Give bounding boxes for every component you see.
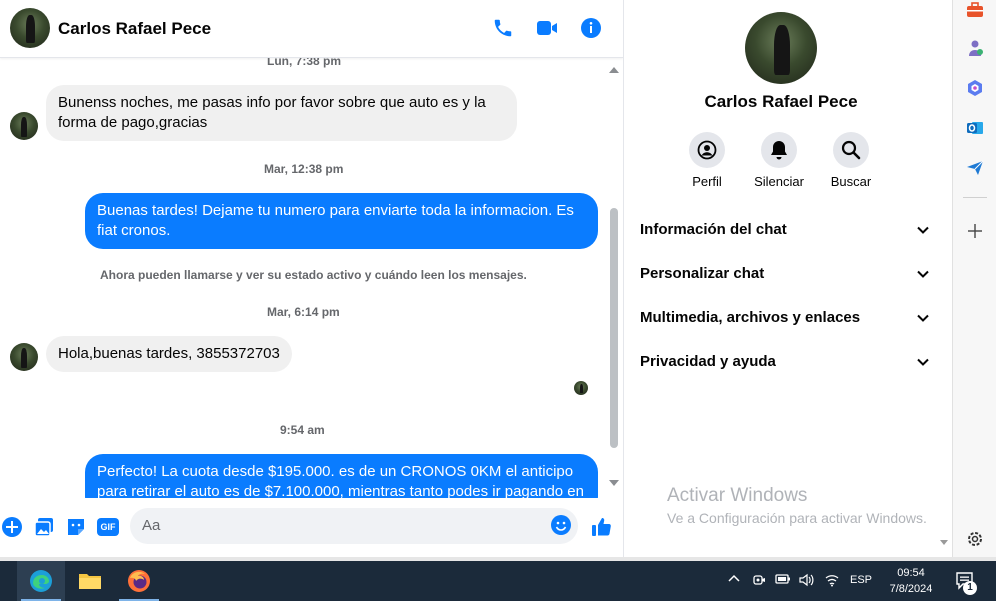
contact-name[interactable]: Carlos Rafael Pece xyxy=(58,19,211,39)
message-scrollbar[interactable] xyxy=(607,62,621,492)
system-clock[interactable]: 09:54 7/8/2024 xyxy=(880,565,942,597)
message-list[interactable]: Lun, 7:38 pm Bunenss noches, me pasas in… xyxy=(0,58,607,498)
incoming-message[interactable]: Hola,buenas tardes, 3855372703 xyxy=(46,336,292,372)
composer-bar: GIF Aa xyxy=(0,498,623,557)
send-icon[interactable] xyxy=(965,158,985,178)
chat-header: Carlos Rafael Pece xyxy=(0,0,623,58)
image-icon[interactable] xyxy=(32,515,56,539)
emoji-icon[interactable] xyxy=(550,514,572,541)
message-text: para retirar el auto es de $7.100.000, m… xyxy=(97,483,584,498)
clock-time: 09:54 xyxy=(897,567,925,579)
edge-browser-taskbar-icon[interactable] xyxy=(17,561,65,601)
section-privacy-help[interactable]: Privacidad y ayuda xyxy=(640,347,930,379)
message-text: fiat cronos. xyxy=(97,222,171,239)
message-input-placeholder: Aa xyxy=(142,517,161,534)
windows-taskbar: ESP 09:54 7/8/2024 1 xyxy=(0,561,996,601)
gif-icon[interactable]: GIF xyxy=(96,515,120,539)
video-call-icon[interactable] xyxy=(535,16,559,40)
outgoing-message[interactable]: Perfecto! La cuota desde $195.000. es de… xyxy=(85,454,598,498)
browser-sidebar xyxy=(952,0,996,557)
scroll-down-arrow-icon[interactable] xyxy=(940,540,948,545)
timestamp: Lun, 7:38 pm xyxy=(267,58,342,68)
contact-avatar-small[interactable] xyxy=(10,112,38,140)
chevron-down-icon xyxy=(916,267,930,286)
games-icon[interactable] xyxy=(965,38,985,58)
message-text: Bunenss noches, me pasas info por favor … xyxy=(58,94,486,111)
chevron-down-icon xyxy=(916,223,930,242)
sidebar-divider xyxy=(963,197,987,198)
section-customize-chat[interactable]: Personalizar chat xyxy=(640,259,930,291)
search-label: Buscar xyxy=(830,174,872,189)
section-label: Personalizar chat xyxy=(640,265,765,282)
chevron-down-icon xyxy=(916,355,930,374)
info-icon[interactable] xyxy=(579,16,603,40)
section-label: Privacidad y ayuda xyxy=(640,353,776,370)
search-button[interactable]: Buscar xyxy=(819,132,883,189)
section-chat-info[interactable]: Información del chat xyxy=(640,215,930,247)
scroll-thumb[interactable] xyxy=(610,208,618,448)
chat-info-panel: Carlos Rafael Pece Perfil Silenciar Busc… xyxy=(623,0,952,557)
toolbox-icon[interactable] xyxy=(965,0,985,20)
activation-watermark-subtitle: Ve a Configuración para activar Windows. xyxy=(667,510,927,526)
gif-label: GIF xyxy=(97,518,119,536)
chevron-down-icon xyxy=(916,311,930,330)
notifications-icon[interactable]: 1 xyxy=(955,571,977,595)
battery-icon[interactable] xyxy=(775,573,791,588)
settings-gear-icon[interactable] xyxy=(965,529,985,549)
scroll-up-arrow-icon[interactable] xyxy=(609,67,619,73)
sticker-icon[interactable] xyxy=(64,515,88,539)
message-input[interactable]: Aa xyxy=(130,508,578,544)
timestamp: Mar, 6:14 pm xyxy=(267,305,340,319)
activation-watermark-title: Activar Windows xyxy=(667,485,808,506)
section-media-files-links[interactable]: Multimedia, archivos y enlaces xyxy=(640,303,930,335)
message-text: Buenas tardes! Dejame tu numero para env… xyxy=(97,202,574,219)
like-thumb-icon[interactable] xyxy=(589,515,613,539)
add-icon[interactable] xyxy=(965,221,985,241)
chat-panel: Carlos Rafael Pece Lun, 7:38 pm Bunenss … xyxy=(0,0,623,557)
contact-avatar[interactable] xyxy=(10,8,50,48)
outlook-icon[interactable] xyxy=(965,118,985,138)
phone-call-icon[interactable] xyxy=(491,16,515,40)
contact-avatar-large[interactable] xyxy=(745,12,817,84)
system-notice: Ahora pueden llamarse y ver su estado ac… xyxy=(100,268,527,282)
section-label: Multimedia, archivos y enlaces xyxy=(640,309,861,326)
webcam-icon[interactable] xyxy=(752,573,766,590)
profile-label: Perfil xyxy=(692,174,722,189)
language-indicator[interactable]: ESP xyxy=(850,574,872,586)
speaker-icon[interactable] xyxy=(799,573,815,590)
profile-button[interactable]: Perfil xyxy=(675,132,739,189)
bell-icon[interactable] xyxy=(761,132,797,168)
copilot-icon[interactable] xyxy=(965,78,985,98)
clock-date: 7/8/2024 xyxy=(889,583,933,595)
wifi-icon[interactable] xyxy=(824,573,840,590)
file-explorer-taskbar-icon[interactable] xyxy=(66,561,114,601)
notification-count-badge: 1 xyxy=(963,581,977,595)
seen-indicator-avatar xyxy=(574,381,588,395)
app-window: Carlos Rafael Pece Lun, 7:38 pm Bunenss … xyxy=(0,0,996,601)
contact-name: Carlos Rafael Pece xyxy=(704,92,858,111)
mute-label: Silenciar xyxy=(754,174,804,189)
message-text: forma de pago,gracias xyxy=(58,114,208,131)
timestamp: Mar, 12:38 pm xyxy=(264,162,344,176)
firefox-taskbar-icon[interactable] xyxy=(115,561,163,601)
message-text: Hola,buenas tardes, 3855372703 xyxy=(58,345,280,362)
show-hidden-icons-chevron-up-icon[interactable] xyxy=(728,573,740,586)
scroll-down-arrow-icon[interactable] xyxy=(609,480,619,486)
outgoing-message[interactable]: Buenas tardes! Dejame tu numero para env… xyxy=(85,193,598,249)
contact-avatar-small[interactable] xyxy=(10,343,38,371)
section-label: Información del chat xyxy=(640,221,787,238)
mute-button[interactable]: Silenciar xyxy=(747,132,811,189)
search-icon[interactable] xyxy=(833,132,869,168)
timestamp: 9:54 am xyxy=(280,423,325,437)
incoming-message[interactable]: Bunenss noches, me pasas info por favor … xyxy=(46,85,517,141)
message-text: Perfecto! La cuota desde $195.000. es de… xyxy=(97,463,574,480)
plus-icon[interactable] xyxy=(0,515,24,539)
profile-icon[interactable] xyxy=(689,132,725,168)
